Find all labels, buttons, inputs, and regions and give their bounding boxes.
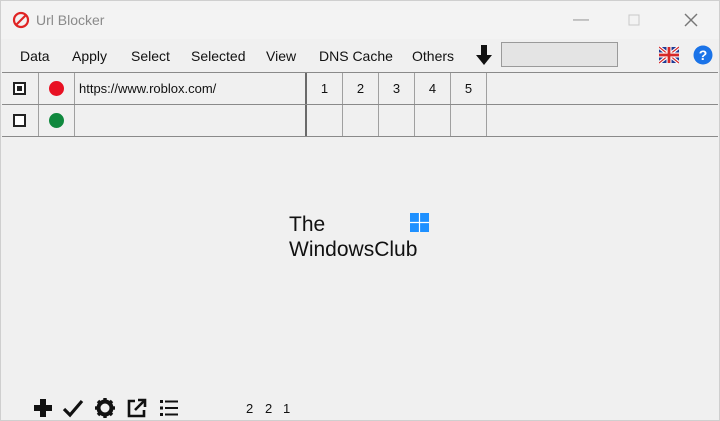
menu-data[interactable]: Data bbox=[20, 48, 50, 64]
counter-3: 1 bbox=[283, 401, 291, 416]
url-grid: https://www.roblox.com/ 1 2 3 4 5 bbox=[2, 72, 718, 137]
minimize-button[interactable]: — bbox=[570, 9, 592, 31]
col-3-cell[interactable]: 3 bbox=[379, 73, 415, 104]
title-bar[interactable]: Url Blocker — bbox=[1, 1, 719, 39]
menu-dns-cache[interactable]: DNS Cache bbox=[319, 48, 393, 64]
col-3-header: 3 bbox=[392, 81, 401, 96]
counter-1: 2 bbox=[246, 401, 254, 416]
col-5-cell[interactable] bbox=[451, 105, 487, 136]
menu-selected[interactable]: Selected bbox=[191, 48, 245, 64]
col-2-header: 2 bbox=[356, 81, 365, 96]
close-icon bbox=[684, 13, 698, 27]
col-4-cell[interactable]: 4 bbox=[415, 73, 451, 104]
url-row-1[interactable]: https://www.roblox.com/ 1 2 3 4 5 bbox=[2, 73, 718, 105]
select-cell[interactable] bbox=[2, 105, 39, 136]
url-row-2[interactable] bbox=[2, 105, 718, 137]
help-icon[interactable]: ? bbox=[693, 45, 713, 65]
row-checkbox-checked[interactable] bbox=[13, 82, 26, 95]
app-window: Url Blocker — Data Apply Select Selected… bbox=[0, 0, 720, 421]
status-red-dot bbox=[49, 81, 64, 96]
bottom-toolbar: 2 2 1 bbox=[1, 397, 719, 420]
check-icon[interactable] bbox=[62, 397, 84, 419]
extra-cell[interactable] bbox=[487, 73, 718, 104]
col-1-cell[interactable] bbox=[307, 105, 343, 136]
window-title: Url Blocker bbox=[36, 12, 105, 28]
select-cell[interactable] bbox=[2, 73, 39, 104]
svg-text:?: ? bbox=[699, 47, 708, 63]
menu-apply[interactable]: Apply bbox=[72, 48, 107, 64]
status-cell bbox=[39, 73, 75, 104]
download-field[interactable] bbox=[501, 42, 618, 67]
menu-others[interactable]: Others bbox=[412, 48, 454, 64]
row-checkbox-unchecked[interactable] bbox=[13, 114, 26, 127]
extra-cell[interactable] bbox=[487, 105, 718, 136]
maximize-icon bbox=[628, 14, 640, 26]
status-cell bbox=[39, 105, 75, 136]
col-5-header: 5 bbox=[464, 81, 473, 96]
url-text: https://www.roblox.com/ bbox=[79, 81, 217, 96]
url-cell[interactable]: https://www.roblox.com/ bbox=[75, 73, 307, 104]
watermark-line-1: The bbox=[289, 213, 326, 236]
download-arrow-icon[interactable] bbox=[475, 44, 493, 66]
url-cell[interactable] bbox=[75, 105, 307, 136]
status-green-dot bbox=[49, 113, 64, 128]
block-icon bbox=[12, 11, 30, 29]
gear-icon[interactable] bbox=[94, 397, 116, 419]
watermark-line-2: WindowsClub bbox=[289, 238, 418, 261]
counter-2: 2 bbox=[265, 401, 273, 416]
col-4-cell[interactable] bbox=[415, 105, 451, 136]
add-icon[interactable] bbox=[32, 397, 54, 419]
close-button[interactable] bbox=[680, 9, 702, 31]
col-1-cell[interactable]: 1 bbox=[307, 73, 343, 104]
menu-select[interactable]: Select bbox=[131, 48, 170, 64]
col-4-header: 4 bbox=[428, 81, 437, 96]
windows-logo-icon bbox=[410, 213, 429, 232]
col-2-cell[interactable] bbox=[343, 105, 379, 136]
export-icon[interactable] bbox=[126, 397, 148, 419]
col-3-cell[interactable] bbox=[379, 105, 415, 136]
list-icon[interactable] bbox=[158, 397, 180, 419]
col-2-cell[interactable]: 2 bbox=[343, 73, 379, 104]
col-1-header: 1 bbox=[320, 81, 329, 96]
col-5-cell[interactable]: 5 bbox=[451, 73, 487, 104]
maximize-button[interactable] bbox=[623, 9, 645, 31]
uk-flag-icon[interactable] bbox=[659, 45, 679, 65]
menu-view[interactable]: View bbox=[266, 48, 296, 64]
watermark-logo: The WindowsClub bbox=[289, 213, 439, 263]
